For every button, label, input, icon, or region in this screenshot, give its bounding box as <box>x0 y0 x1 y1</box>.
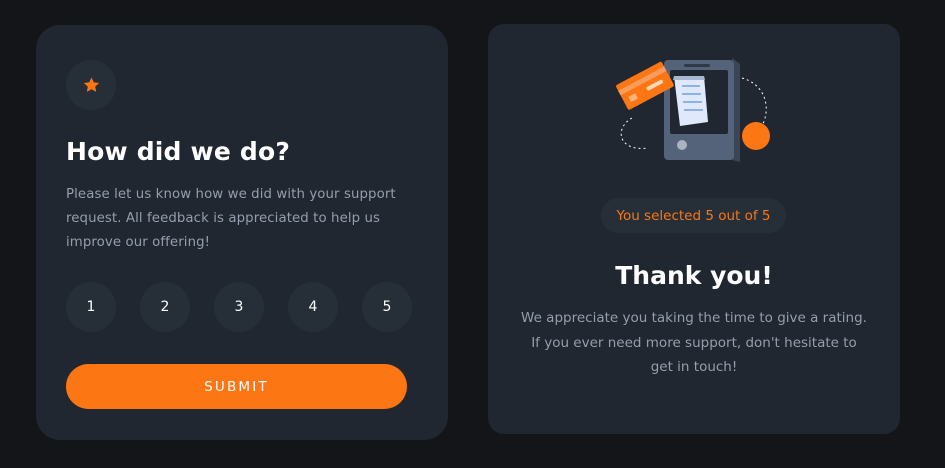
rating-button-4[interactable]: 4 <box>288 282 338 332</box>
thank-you-title: Thank you! <box>615 261 773 290</box>
rating-options: 1 2 3 4 5 <box>66 282 412 332</box>
star-icon <box>83 77 99 92</box>
submit-button[interactable]: SUBMIT <box>66 364 407 409</box>
thank-you-card: You selected 5 out of 5 Thank you! We ap… <box>488 24 900 434</box>
rating-button-1[interactable]: 1 <box>66 282 116 332</box>
rating-description: Please let us know how we did with your … <box>66 187 396 250</box>
rating-title: How did we do? <box>66 137 291 166</box>
thank-you-message: We appreciate you taking the time to giv… <box>521 310 867 375</box>
selection-badge: You selected 5 out of 5 <box>601 198 786 233</box>
phone-payment-illustration <box>616 58 770 162</box>
rating-button-3[interactable]: 3 <box>214 282 264 332</box>
rating-button-2[interactable]: 2 <box>140 282 190 332</box>
rating-button-5[interactable]: 5 <box>362 282 412 332</box>
rating-card: How did we do? Please let us know how we… <box>36 25 448 440</box>
star-icon-container <box>66 60 116 110</box>
